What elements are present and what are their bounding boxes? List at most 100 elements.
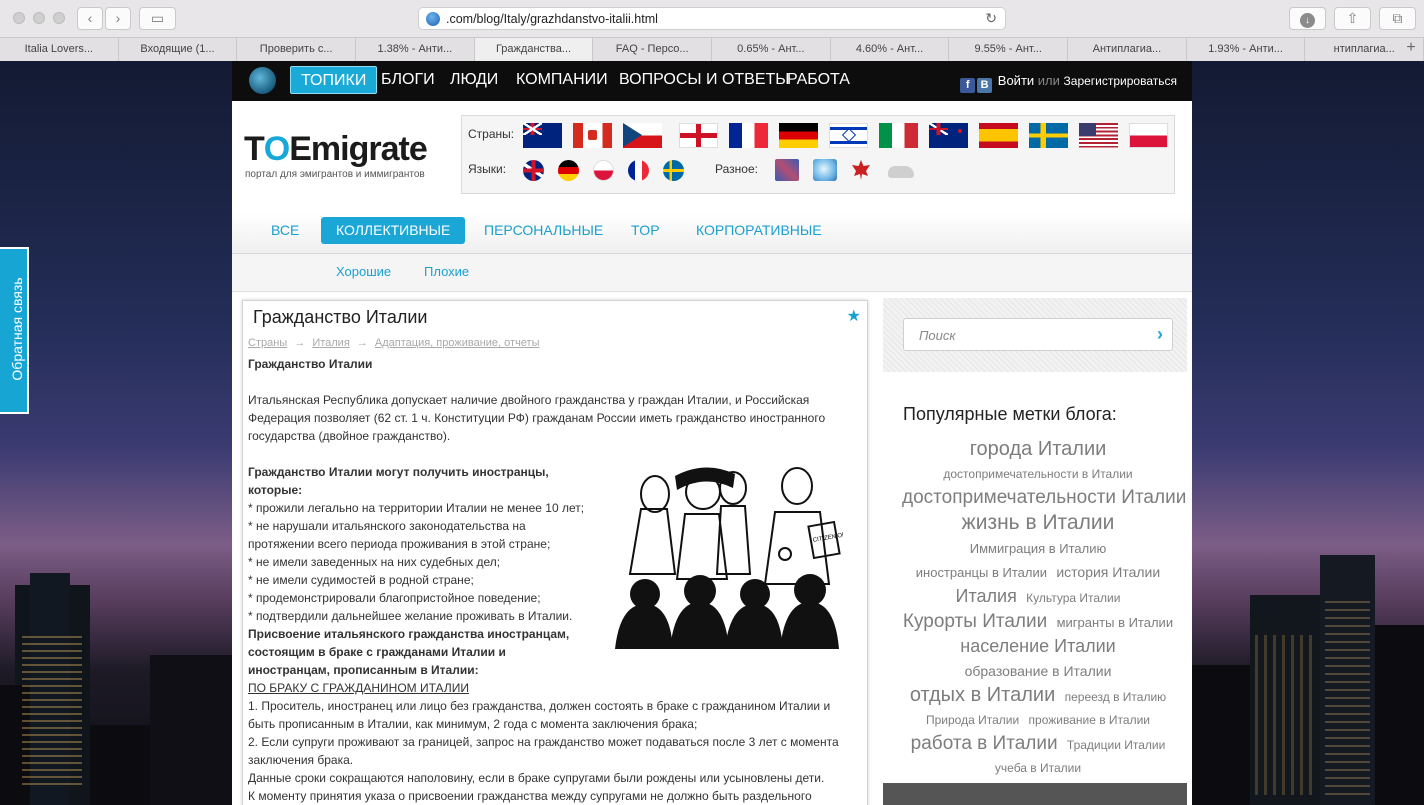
browser-tab[interactable]: Italia Lovers... <box>0 38 119 61</box>
browser-tab[interactable]: 1.93% - Анти... <box>1186 38 1306 61</box>
nav-jobs[interactable]: РАБОТА <box>777 66 860 94</box>
tab-personal[interactable]: ПЕРСОНАЛЬНЫЕ <box>469 217 618 244</box>
flag-new-zealand-icon[interactable] <box>929 123 968 148</box>
nav-topics[interactable]: ТОПИКИ <box>290 66 378 94</box>
tab-top[interactable]: TOP <box>616 217 675 244</box>
nav-people[interactable]: ЛЮДИ <box>440 66 508 94</box>
flag-canada-icon[interactable] <box>573 123 612 148</box>
tag-link[interactable]: Италия <box>956 586 1017 606</box>
nav-companies[interactable]: КОМПАНИИ <box>506 66 618 94</box>
feedback-tab[interactable]: Обратная связь <box>0 247 29 414</box>
misc-flags-mix-icon[interactable] <box>775 159 799 181</box>
subtab-good[interactable]: Хорошие <box>336 264 391 279</box>
tag-link[interactable]: Иммиграция в Италию <box>970 541 1107 556</box>
tag-link[interactable]: Традиции Италии <box>1067 738 1165 752</box>
tab-collective[interactable]: КОЛЛЕКТИВНЫЕ <box>321 217 466 244</box>
tag-link[interactable]: население Италии <box>960 636 1116 656</box>
nav-questions-answers[interactable]: ВОПРОСЫ И ОТВЕТЫ <box>609 66 799 94</box>
flag-poland-icon[interactable] <box>1129 123 1168 148</box>
tag-link[interactable]: города Италии <box>970 438 1107 460</box>
minimize-window-button[interactable] <box>33 12 45 24</box>
share-button[interactable]: ⇧ <box>1334 7 1371 30</box>
earth-logo-icon[interactable] <box>249 67 276 94</box>
browser-tab[interactable]: Проверить с... <box>237 38 357 61</box>
tag-link[interactable]: иностранцы в Италии <box>916 565 1047 580</box>
breadcrumb-italy[interactable]: Италия <box>312 337 349 349</box>
search-submit-icon[interactable]: › <box>1157 324 1163 345</box>
language-english-icon[interactable] <box>523 160 544 181</box>
browser-tab[interactable]: FAQ - Персо... <box>593 38 713 61</box>
flag-australia-icon[interactable] <box>523 123 562 148</box>
tag-link[interactable]: учеба в Италии <box>995 761 1081 775</box>
language-swedish-icon[interactable] <box>663 160 684 181</box>
nav-blogs[interactable]: БЛОГИ <box>371 66 445 94</box>
tag-link[interactable]: Культура Италии <box>1026 591 1120 605</box>
zoom-window-button[interactable] <box>53 12 65 24</box>
browser-tab[interactable]: 1.38% - Анти... <box>356 38 475 61</box>
article-title[interactable]: Гражданство Италии <box>253 307 427 328</box>
breadcrumb-adaptation[interactable]: Адаптация, проживание, отчеты <box>375 337 540 349</box>
language-french-icon[interactable] <box>628 160 649 181</box>
browser-tab[interactable]: Антиплагиа... <box>1068 38 1187 61</box>
article-intro: Итальянская Республика допускает наличие… <box>248 393 826 443</box>
facebook-icon[interactable]: f <box>960 78 976 93</box>
subtab-bad[interactable]: Плохие <box>424 264 469 279</box>
tag-link[interactable]: работа в Италии <box>911 733 1058 754</box>
flag-israel-icon[interactable] <box>829 123 868 148</box>
sidebar-toggle-button[interactable]: ▭ <box>139 7 176 30</box>
tag-link[interactable]: отдых в Италии <box>910 684 1055 706</box>
flag-sweden-icon[interactable] <box>1029 123 1068 148</box>
tag-link[interactable]: история Италии <box>1056 564 1160 580</box>
browser-tab[interactable]: 9.55% - Ант... <box>949 38 1069 61</box>
rule-line: заключения брака. <box>248 753 354 767</box>
arrow-right-icon: → <box>294 337 306 349</box>
citizenship-cartoon-image: CITIZEN OF AUSTRALIA <box>615 467 843 649</box>
downloads-button[interactable]: ↓ <box>1289 7 1326 30</box>
vk-icon[interactable]: B <box>977 78 993 93</box>
tag-cloud: города Италии достопримечательности в Ит… <box>899 438 1186 780</box>
breadcrumb-countries[interactable]: Страны <box>248 337 287 349</box>
tag-link[interactable]: образование в Италии <box>965 663 1112 679</box>
tag-link[interactable]: переезд в Италию <box>1065 690 1167 704</box>
browser-tab[interactable]: 0.65% - Ант... <box>712 38 831 61</box>
tag-link[interactable]: жизнь в Италии <box>962 511 1115 534</box>
flag-spain-icon[interactable] <box>979 123 1018 148</box>
tag-link[interactable]: Природа Италии <box>926 713 1019 727</box>
browser-tab[interactable]: Гражданства... <box>474 38 594 61</box>
search-input[interactable]: Поиск › <box>903 318 1173 351</box>
tag-link[interactable]: мигранты в Италии <box>1057 615 1174 630</box>
browser-tab[interactable]: Входящие (1... <box>118 38 238 61</box>
tag-link[interactable]: достопримечательности в Италии <box>943 467 1132 481</box>
forward-button[interactable]: › <box>105 7 131 30</box>
top-navigation: ТОПИКИ БЛОГИ ЛЮДИ КОМПАНИИ ВОПРОСЫ И ОТВ… <box>232 61 1192 101</box>
sidebar-icon: ▭ <box>150 10 165 26</box>
site-logo[interactable]: TOEmigrate портал для эмигрантов и иммиг… <box>244 131 428 180</box>
reload-icon[interactable]: ↻ <box>985 10 997 27</box>
close-window-button[interactable] <box>13 12 25 24</box>
login-link[interactable]: Войти <box>998 73 1034 88</box>
flag-italy-icon[interactable] <box>879 123 918 148</box>
tab-overview-button[interactable]: ⧉ <box>1379 7 1416 30</box>
tag-link[interactable]: достопримечательности Италии <box>902 487 1186 508</box>
tag-link[interactable]: проживание в Италии <box>1029 713 1150 727</box>
flag-england-icon[interactable] <box>679 123 718 148</box>
tab-all[interactable]: ВСЕ <box>256 217 314 244</box>
misc-globe-icon[interactable] <box>813 159 837 181</box>
back-button[interactable]: ‹ <box>77 7 103 30</box>
language-polish-icon[interactable] <box>593 160 614 181</box>
browser-tab[interactable]: 4.60% - Ант... <box>830 38 950 61</box>
flag-czech-icon[interactable] <box>623 123 662 148</box>
address-bar[interactable]: .com/blog/Italy/grazhdanstvo-italii.html… <box>418 7 1006 30</box>
flag-germany-icon[interactable] <box>779 123 818 148</box>
flag-usa-icon[interactable] <box>1079 123 1118 148</box>
maple-leaf-icon[interactable] <box>852 160 870 180</box>
flag-france-icon[interactable] <box>729 123 768 148</box>
language-german-icon[interactable] <box>558 160 579 181</box>
tag-link[interactable]: Курорты Италии <box>903 611 1047 632</box>
countries-label: Страны: <box>468 127 515 141</box>
register-link[interactable]: Зарегистрироваться <box>1064 74 1177 88</box>
favorite-star-icon[interactable]: ★ <box>847 306 861 326</box>
car-icon[interactable] <box>888 166 914 178</box>
new-tab-button[interactable]: + <box>1398 37 1424 61</box>
tab-corporate[interactable]: КОРПОРАТИВНЫЕ <box>681 217 837 244</box>
